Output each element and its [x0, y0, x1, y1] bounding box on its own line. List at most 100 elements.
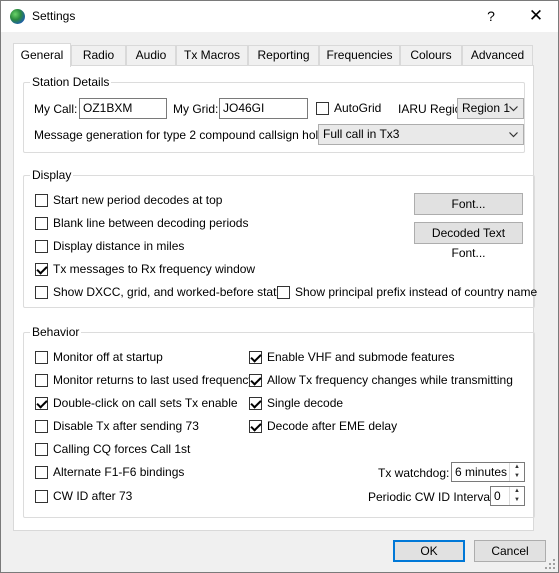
cw-interval-label: Periodic CW ID Interval: — [368, 490, 497, 504]
decode-eme-checkbox[interactable]: Decode after EME delay — [249, 418, 397, 434]
my-grid-input[interactable]: JO46GI — [219, 98, 308, 119]
checkbox-box — [35, 442, 48, 456]
window-title: Settings — [32, 9, 76, 23]
checkbox-box — [35, 262, 48, 276]
checkbox-box — [35, 489, 48, 503]
checkbox-box — [35, 216, 48, 230]
checkbox-label: CW ID after 73 — [53, 489, 133, 503]
enable-vhf-checkbox[interactable]: Enable VHF and submode features — [249, 349, 454, 365]
checkbox-label: Show principal prefix instead of country… — [295, 285, 538, 299]
settings-window: Settings ? ✕ General Radio Audio Tx Macr… — [0, 0, 559, 573]
checkbox-box — [249, 350, 262, 364]
cw-interval-value: 0 — [494, 489, 501, 503]
close-button[interactable]: ✕ — [518, 5, 554, 27]
tab-bar: General Radio Audio Tx Macros Reporting … — [13, 43, 533, 67]
msg-gen-label: Message generation for type 2 compound c… — [34, 128, 345, 142]
iaru-region-select[interactable]: Region 1 — [457, 98, 524, 119]
spin-down-icon[interactable]: ▼ — [510, 472, 524, 481]
autogrid-checkbox[interactable]: AutoGrid — [316, 100, 381, 116]
tab-colours[interactable]: Colours — [400, 45, 462, 66]
spin-up-icon[interactable]: ▲ — [510, 487, 524, 496]
checkbox-label: Alternate F1-F6 bindings — [53, 465, 185, 479]
font-button[interactable]: Font... — [414, 193, 523, 215]
spin-arrows[interactable]: ▲ ▼ — [509, 463, 524, 481]
checkbox-box — [277, 285, 290, 299]
checkbox-label: Double-click on call sets Tx enable — [53, 396, 238, 410]
chevron-down-icon — [507, 99, 519, 118]
autogrid-box — [316, 101, 329, 115]
checkbox-box — [249, 396, 262, 410]
calling-cq-checkbox[interactable]: Calling CQ forces Call 1st — [35, 441, 190, 457]
spin-down-icon[interactable]: ▼ — [510, 496, 524, 505]
checkbox-label: Disable Tx after sending 73 — [53, 419, 199, 433]
resize-grip-icon[interactable] — [545, 559, 555, 569]
spin-up-icon[interactable]: ▲ — [510, 463, 524, 472]
msg-gen-value: Full call in Tx3 — [323, 127, 400, 141]
tab-radio[interactable]: Radio — [71, 45, 126, 66]
checkbox-label: Allow Tx frequency changes while transmi… — [267, 373, 513, 387]
tx-to-rx-checkbox[interactable]: Tx messages to Rx frequency window — [35, 261, 255, 277]
tab-frequencies[interactable]: Frequencies — [319, 45, 400, 66]
checkbox-label: Show DXCC, grid, and worked-before statu… — [53, 285, 290, 299]
decoded-text-font-button[interactable]: Decoded Text Font... — [414, 222, 523, 260]
station-details-group: Station Details My Call: OZ1BXM My Grid:… — [23, 75, 525, 153]
msg-gen-select[interactable]: Full call in Tx3 — [318, 124, 524, 145]
alternate-bindings-checkbox[interactable]: Alternate F1-F6 bindings — [35, 464, 184, 480]
single-decode-checkbox[interactable]: Single decode — [249, 395, 343, 411]
monitor-returns-checkbox[interactable]: Monitor returns to last used frequency — [35, 372, 254, 388]
cw-id-after-73-checkbox[interactable]: CW ID after 73 — [35, 488, 132, 504]
checkbox-label: Decode after EME delay — [267, 419, 398, 433]
cw-interval-spinbox[interactable]: 0 ▲ ▼ — [490, 486, 525, 506]
chevron-down-icon — [507, 125, 519, 144]
tab-advanced[interactable]: Advanced — [462, 45, 533, 66]
general-tab-panel: Station Details My Call: OZ1BXM My Grid:… — [13, 65, 537, 531]
ok-button[interactable]: OK — [393, 540, 465, 562]
double-click-checkbox[interactable]: Double-click on call sets Tx enable — [35, 395, 238, 411]
disable-tx-checkbox[interactable]: Disable Tx after sending 73 — [35, 418, 199, 434]
station-details-title: Station Details — [30, 75, 112, 89]
tab-tx-macros[interactable]: Tx Macros — [176, 45, 248, 66]
monitor-off-checkbox[interactable]: Monitor off at startup — [35, 349, 163, 365]
checkbox-box — [35, 350, 48, 364]
cancel-button[interactable]: Cancel — [474, 540, 546, 562]
distance-miles-checkbox[interactable]: Display distance in miles — [35, 238, 184, 254]
checkbox-label: Monitor returns to last used frequency — [53, 373, 255, 387]
checkbox-label: Tx messages to Rx frequency window — [53, 262, 256, 276]
behavior-title: Behavior — [30, 325, 82, 339]
title-bar: Settings ? ✕ — [1, 1, 558, 32]
spin-arrows[interactable]: ▲ ▼ — [509, 487, 524, 505]
checkbox-box — [249, 419, 262, 433]
help-button[interactable]: ? — [477, 5, 505, 27]
tx-watchdog-label: Tx watchdog: — [378, 466, 450, 480]
my-grid-label: My Grid: — [173, 102, 219, 116]
start-new-period-checkbox[interactable]: Start new period decodes at top — [35, 192, 222, 208]
checkbox-label: Start new period decodes at top — [53, 193, 223, 207]
show-dxcc-checkbox[interactable]: Show DXCC, grid, and worked-before statu… — [35, 284, 289, 300]
tab-audio[interactable]: Audio — [126, 45, 176, 66]
display-group: Display Start new period decodes at top … — [23, 168, 537, 308]
principal-prefix-checkbox[interactable]: Show principal prefix instead of country… — [277, 284, 537, 300]
checkbox-box — [249, 373, 262, 387]
checkbox-box — [35, 396, 48, 410]
display-title: Display — [30, 168, 74, 182]
checkbox-label: Enable VHF and submode features — [267, 350, 455, 364]
checkbox-label: Display distance in miles — [53, 239, 185, 253]
iaru-region-value: Region 1 — [462, 101, 511, 115]
checkbox-box — [35, 373, 48, 387]
checkbox-box — [35, 239, 48, 253]
tx-watchdog-spinbox[interactable]: 6 minutes ▲ ▼ — [451, 462, 525, 482]
tab-reporting[interactable]: Reporting — [248, 45, 319, 66]
behavior-group: Behavior Monitor off at startup Monitor … — [23, 325, 535, 518]
tx-watchdog-value: 6 minutes — [455, 465, 508, 479]
checkbox-box — [35, 419, 48, 433]
my-call-input[interactable]: OZ1BXM — [79, 98, 167, 119]
checkbox-label: Calling CQ forces Call 1st — [53, 442, 191, 456]
checkbox-label: Blank line between decoding periods — [53, 216, 249, 230]
checkbox-box — [35, 465, 48, 479]
tab-general[interactable]: General — [13, 43, 71, 67]
my-call-label: My Call: — [34, 102, 78, 116]
autogrid-label: AutoGrid — [334, 101, 382, 115]
checkbox-box — [35, 193, 48, 207]
allow-tx-changes-checkbox[interactable]: Allow Tx frequency changes while transmi… — [249, 372, 513, 388]
blank-line-checkbox[interactable]: Blank line between decoding periods — [35, 215, 248, 231]
